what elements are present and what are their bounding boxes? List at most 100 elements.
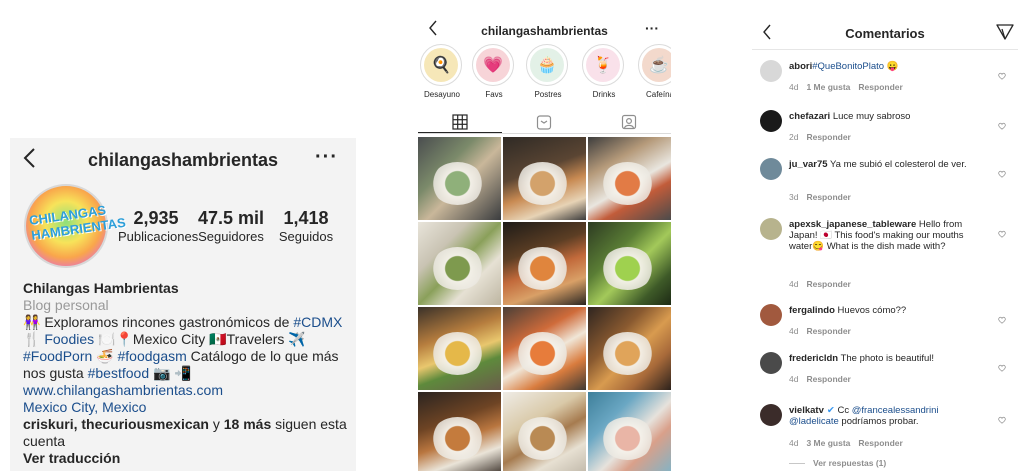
reply-button[interactable]: Responder [858,438,902,448]
followers-count: 47.5 mil [197,208,265,228]
reply-button[interactable]: Responder [806,326,850,336]
comment-likes[interactable]: 3 Me gusta [806,438,850,448]
comment-time: 2d [789,132,799,142]
reply-button[interactable]: Responder [806,279,850,289]
photo-cocktail-plate[interactable] [503,222,586,305]
like-heart-icon[interactable] [998,416,1006,424]
profile-header: chilangashambrientas ··· [10,138,356,182]
photo-matcha-dessert[interactable] [418,137,501,220]
comment-username[interactable]: chefazari [789,111,830,122]
comment-username[interactable]: ju_var75 [789,159,828,170]
like-heart-icon[interactable] [998,316,1006,324]
photo-pink-wine[interactable] [588,392,671,471]
comment-mention[interactable]: #QueBonitoPlato [812,61,884,72]
comment-username[interactable]: fredericldn [789,353,838,364]
comment-time: 3d [789,192,799,202]
foodies-link[interactable]: Foodies [44,331,94,347]
igtv-icon[interactable] [536,114,552,130]
like-heart-icon[interactable] [998,170,1006,178]
comment-username[interactable]: apexsk_japanese_tableware [789,219,916,230]
comment-meta: 4d Responder [789,374,859,384]
bowl-emoji: 🍜 [92,348,118,364]
plate-shape [431,161,485,206]
photo-chilaquiles[interactable] [418,307,501,390]
more-options-icon[interactable]: ··· [645,20,659,36]
like-heart-icon[interactable] [998,230,1006,238]
comment-likes[interactable]: 1 Me gusta [806,82,850,92]
comments-header: Comentarios [752,12,1018,50]
comment-avatar[interactable] [760,60,782,82]
followed-by[interactable]: criskuri, thecuriousmexican y 18 más sig… [23,416,353,450]
grid-panel: chilangashambrientas ··· 🍳 Desayuno 💗 Fa… [418,12,671,471]
view-replies-link[interactable]: Ver respuestas (1) [789,458,886,468]
camera-phone-emoji: 📷 📲 [149,365,192,381]
followers-stat[interactable]: 47.5 mil Seguidores [196,208,266,246]
location-link[interactable]: Mexico City, Mexico [23,399,353,416]
highlight-cafeina[interactable]: ☕ Cafeína [638,44,671,99]
photo-roast-chicken[interactable] [418,392,501,471]
following-stat[interactable]: 1,418 Seguidos [272,208,340,246]
bio-text: nos gusta [23,365,88,381]
grid-icon[interactable] [452,114,468,130]
highlight-postres[interactable]: 🧁 Postres [526,44,570,99]
plate-shape [431,416,485,461]
photo-salad-bowl[interactable] [418,222,501,305]
comment-username[interactable]: fergalindo [789,305,835,316]
comment-avatar[interactable] [760,352,782,374]
comment-username[interactable]: abori [789,61,812,72]
comment-avatar[interactable] [760,110,782,132]
profile-panel: chilangashambrientas ··· CHILANGAS HAMBR… [10,138,356,471]
send-icon[interactable] [996,24,1014,40]
bio-text: Mexico City 🇲🇽Travelers ✈️ [132,331,306,347]
highlight-desayuno[interactable]: 🍳 Desayuno [420,44,464,99]
comment-text: fredericldn The photo is beautiful! [789,353,989,364]
comment-avatar[interactable] [760,404,782,426]
coffee-cup-icon: ☕ [642,48,671,82]
like-heart-icon[interactable] [998,122,1006,130]
active-tab-indicator [418,132,502,133]
reply-button[interactable]: Responder [858,82,902,92]
tagged-icon[interactable] [621,114,637,130]
grid-header: chilangashambrientas ··· [418,12,671,44]
posts-label: Publicaciones [118,229,199,244]
comment-username[interactable]: vielkatv [789,405,824,416]
followed-by-names: criskuri, thecuriousmexican [23,416,209,432]
website-link[interactable]: www.chilangashambrientas.com [23,382,353,399]
profile-avatar[interactable]: CHILANGAS HAMBRIENTAS [24,184,127,268]
photo-green-salad[interactable] [588,222,671,305]
followed-by-text: y [208,416,224,432]
bio-text: Catálogo de lo que más [186,348,339,364]
comment-meta: 4d Responder [789,326,859,336]
reply-button[interactable]: Responder [806,192,850,202]
photo-pasta[interactable] [588,307,671,390]
comment-avatar[interactable] [760,304,782,326]
plate-shape [601,331,655,376]
see-translation-link[interactable]: Ver traducción [23,450,353,467]
hashtag-foodgasm[interactable]: #foodgasm [118,348,187,364]
hashtag-cdmx[interactable]: #CDMX [293,314,342,330]
like-heart-icon[interactable] [998,364,1006,372]
following-count: 1,418 [283,208,329,228]
like-heart-icon[interactable] [998,72,1006,80]
reply-button[interactable]: Responder [806,132,850,142]
more-options-icon[interactable]: ··· [315,146,338,169]
highlight-drinks[interactable]: 🍹 Drinks [582,44,626,99]
comment-avatar[interactable] [760,158,782,180]
profile-tabs [418,110,671,134]
posts-stat[interactable]: 2,935 Publicaciones [118,208,199,246]
comments-title: Comentarios [845,26,925,41]
comment-avatar[interactable] [760,218,782,240]
hashtag-foodporn[interactable]: #FoodPorn [23,348,92,364]
comment-text: apexsk_japanese_tableware Hello from Jap… [789,219,989,252]
plate-shape [516,331,570,376]
highlight-label: Postres [534,90,562,99]
photo-chicken-plate[interactable] [588,137,671,220]
hashtag-bestfood[interactable]: #bestfood [88,365,150,381]
photo-enchiladas[interactable] [503,307,586,390]
photo-coffee-cake[interactable] [503,137,586,220]
plate-shape [516,416,570,461]
reply-button[interactable]: Responder [806,374,850,384]
photo-noodles[interactable] [503,392,586,471]
highlight-favs[interactable]: 💗 Favs [472,44,516,99]
comment-meta: 4d 3 Me gusta Responder [789,438,911,448]
